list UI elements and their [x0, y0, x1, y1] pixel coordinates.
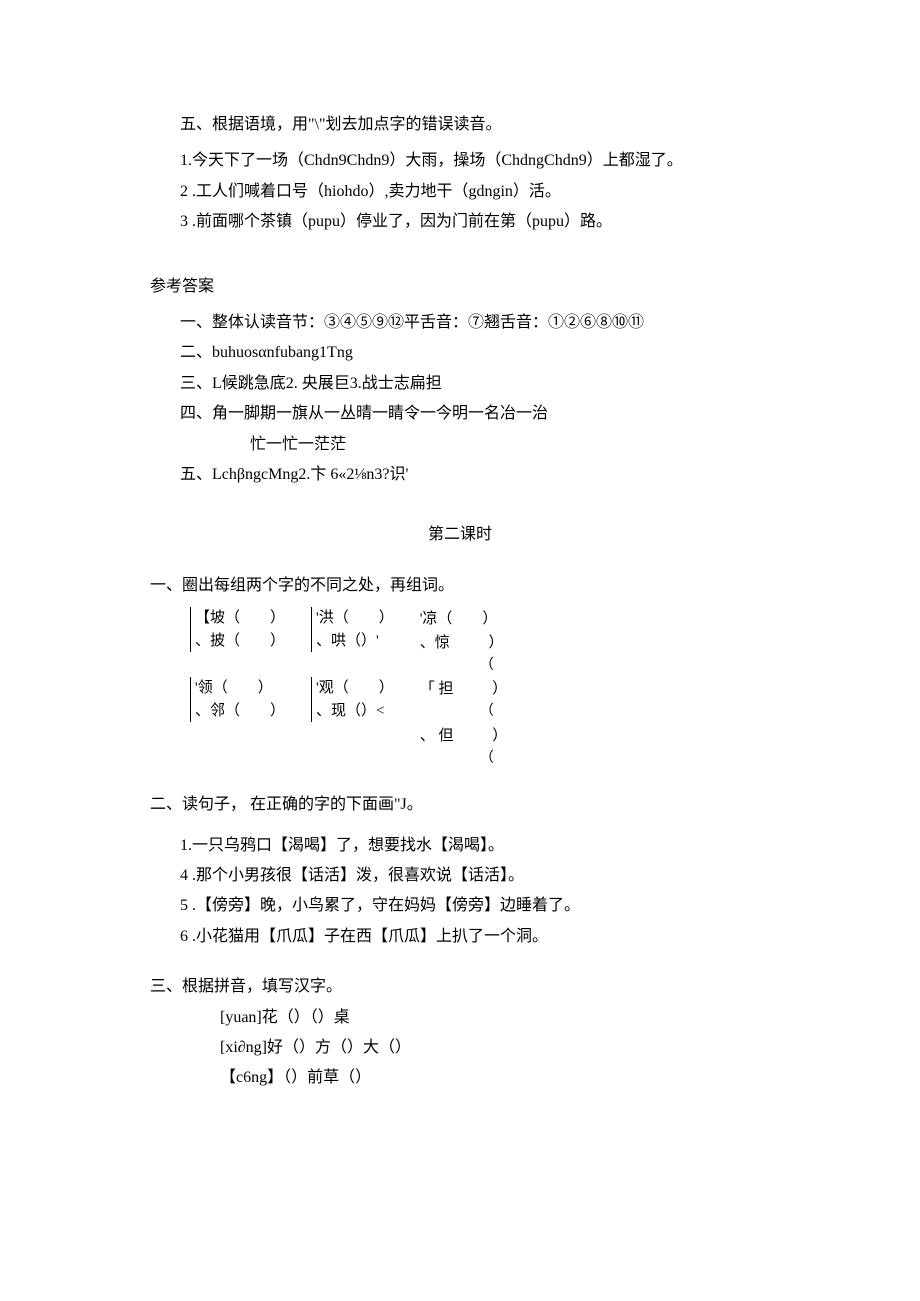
section-5-q3: 3 .前面哪个茶镇（pupu）停业了，因为门前在第（pupu）路。 [150, 207, 770, 237]
b3-q3: 【c6ng】（）前草（） [150, 1063, 770, 1093]
pair-5: '观（ ） 、现（）< [311, 677, 394, 722]
pair-1: 【坡（ ） 、披（ ） [190, 607, 285, 652]
pair-3-b-text: 、惊 [420, 635, 450, 651]
pair-6-a-rparen: ） [457, 677, 507, 701]
pair-6-a: 「 担 ） [420, 677, 560, 701]
b3-q2: [xi∂ng]好（）方（）大（） [150, 1033, 770, 1063]
pair-4-a: '领（ ） [195, 677, 285, 700]
pair-6-b-paren: （ [420, 748, 560, 770]
answers-title: 参考答案 [150, 272, 770, 302]
pair-3-b: 、惊 ） [420, 631, 560, 655]
pair-4-b: 、邻（ ） [195, 700, 285, 723]
pair-1-a: 【坡（ ） [195, 607, 285, 630]
pair-6-b: 、 但 ） [420, 724, 560, 748]
answer-4b: 忙一忙一茫茫 [150, 430, 770, 460]
section-5-title: 五、根据语境，用"\"划去加点字的错误读音。 [150, 110, 770, 140]
pair-5-b: 、现（）< [316, 700, 394, 723]
pair-5-a: '观（ ） [316, 677, 394, 700]
b2-q2: 4 .那个小男孩很【话活】泼，很喜欢说【话活】。 [150, 861, 770, 891]
answer-5: 五、LchβngcMng2.卞 6«2⅛n3?识' [150, 460, 770, 490]
b3-title: 三、根据拼音，填写汉字。 [150, 972, 770, 1002]
answer-4: 四、角一脚期一旗从一丛晴一睛令一今明一名冶一治 [150, 399, 770, 429]
answer-2: 二、buhuosαnfubang1Tng [150, 338, 770, 368]
b1-title: 一、圈出每组两个字的不同之处，再组词。 [150, 571, 770, 601]
pair-4: '领（ ） 、邻（ ） [190, 677, 285, 722]
answer-1: 一、整体认读音节：③④⑤⑨⑫平舌音：⑦翘舌音：①②⑥⑧⑩⑪ [150, 308, 770, 338]
section-5-q1: 1.今天下了一场（Chdn9Chdn9）大雨，操场（ChdngChdn9）上都湿… [150, 146, 770, 176]
pair-2: '洪（ ） 、哄（）' [311, 607, 394, 652]
pair-6-b-text: 、 但 [420, 728, 454, 744]
pair-3-b-rparen: ） [454, 631, 504, 655]
answer-3: 三、L候跳急底2. 央展巨3.战士志扁担 [150, 369, 770, 399]
b2-q4: 6 .小花猫用【爪瓜】子在西【爪瓜】上扒了一个洞。 [150, 922, 770, 952]
b3-q1: [yuan]花（）（）桌 [150, 1003, 770, 1033]
b2-title: 二、读句子， 在正确的字的下面画"J。 [150, 790, 770, 820]
pair-1-b: 、披（ ） [195, 630, 285, 653]
pair-2-a: '洪（ ） [316, 607, 394, 630]
section-5-q2: 2 .工人们喊着口号（hiohdo）,卖力地干（gdngin）活。 [150, 177, 770, 207]
pair-6-a-text: 「 担 [420, 681, 454, 697]
pair-6-b-rparen: ） [457, 724, 507, 748]
word-pair-table: 【坡（ ） 、披（ ） '洪（ ） 、哄（）' '凉（ ） 、惊 ） （ [180, 607, 570, 770]
page-container: 五、根据语境，用"\"划去加点字的错误读音。 1.今天下了一场（Chdn9Chd… [0, 0, 920, 1134]
pair-6-a-paren: （ [420, 701, 560, 723]
b2-q1: 1.一只乌鸦口【渴喝】了，想要找水【渴喝】。 [150, 831, 770, 861]
pair-3-b-paren: （ [420, 655, 560, 677]
b2-q3: 5 .【傍旁】晚，小鸟累了，守在妈妈【傍旁】边睡着了。 [150, 891, 770, 921]
pair-2-b: 、哄（）' [316, 630, 394, 653]
lesson-2-title: 第二课时 [150, 520, 770, 550]
pair-3-a: '凉（ ） [420, 607, 560, 631]
